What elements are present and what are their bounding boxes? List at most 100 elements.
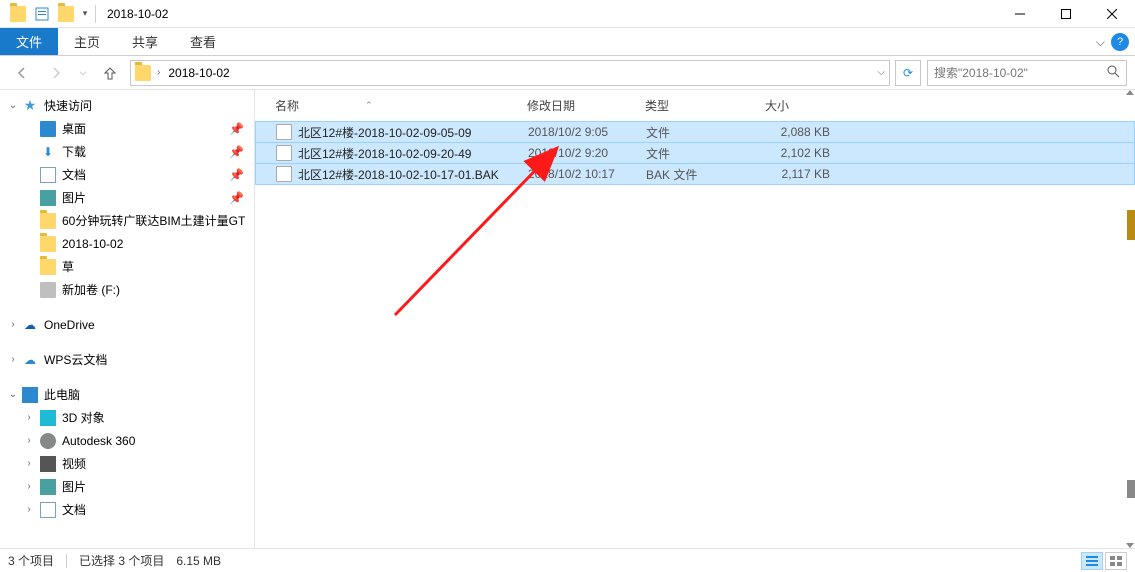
sidebar-item-label: 新加卷 (F:) xyxy=(62,281,120,298)
cube-icon xyxy=(40,410,56,426)
search-icon xyxy=(1106,64,1120,81)
sidebar-item-label: 3D 对象 xyxy=(62,409,105,426)
separator xyxy=(95,5,96,23)
sidebar-item-label: 图片 xyxy=(62,478,86,495)
address-dropdown-icon[interactable]: ⌵ xyxy=(877,67,885,78)
column-headers: 名称⌃ 修改日期 类型 大小 xyxy=(255,90,1135,122)
forward-button[interactable] xyxy=(42,60,70,86)
column-name[interactable]: 名称⌃ xyxy=(267,97,519,114)
file-list: 北区12#楼-2018-10-02-09-05-09 2018/10/2 9:0… xyxy=(255,121,1135,185)
file-icon xyxy=(276,166,292,182)
autodesk-icon xyxy=(40,433,56,449)
table-row[interactable]: 北区12#楼-2018-10-02-09-20-49 2018/10/2 9:2… xyxy=(255,142,1135,164)
sidebar-item-label: 此电脑 xyxy=(44,386,80,403)
tab-share[interactable]: 共享 xyxy=(116,28,174,55)
chevron-right-icon[interactable]: › xyxy=(24,458,34,469)
file-date: 2018/10/2 10:17 xyxy=(520,167,638,181)
details-view-button[interactable] xyxy=(1081,552,1103,570)
file-type: 文件 xyxy=(638,124,758,141)
cloud-icon: ☁ xyxy=(22,352,38,368)
tab-home[interactable]: 主页 xyxy=(58,28,116,55)
ribbon-tabs: 文件 主页 共享 查看 ⌵ ? xyxy=(0,28,1135,56)
maximize-button[interactable] xyxy=(1043,0,1089,28)
status-selection: 已选择 3 个项目 xyxy=(79,552,164,569)
chevron-down-icon[interactable]: ⌄ xyxy=(8,100,18,111)
chevron-right-icon[interactable]: › xyxy=(24,481,34,492)
table-row[interactable]: 北区12#楼-2018-10-02-09-05-09 2018/10/2 9:0… xyxy=(255,121,1135,143)
sidebar-item-autodesk[interactable]: › Autodesk 360 xyxy=(0,429,254,452)
qat-dropdown-icon[interactable]: ▾ xyxy=(78,3,92,25)
sidebar-item-folder[interactable]: 草 xyxy=(0,255,254,278)
close-button[interactable] xyxy=(1089,0,1135,28)
properties-icon[interactable] xyxy=(30,3,54,25)
column-size[interactable]: 大小 xyxy=(757,97,837,114)
star-icon: ★ xyxy=(22,98,38,114)
status-bar: 3 个项目 已选择 3 个项目 6.15 MB xyxy=(0,548,1135,572)
chevron-right-icon[interactable]: › xyxy=(8,354,18,365)
tab-view[interactable]: 查看 xyxy=(174,28,232,55)
sidebar-item-quick-access[interactable]: ⌄ ★ 快速访问 xyxy=(0,94,254,117)
ribbon-collapse-icon[interactable]: ⌵ xyxy=(1096,35,1105,50)
refresh-button[interactable]: ⟳ xyxy=(895,60,921,86)
address-bar[interactable]: › 2018-10-02 ⌵ xyxy=(130,60,890,86)
chevron-down-icon[interactable]: ⌄ xyxy=(8,389,18,400)
sidebar-item-pictures[interactable]: 图片 📌 xyxy=(0,186,254,209)
window-controls xyxy=(997,0,1135,28)
file-list-pane: 名称⌃ 修改日期 类型 大小 北区12#楼-2018-10-02-09-05-0… xyxy=(255,90,1135,548)
sidebar-item-videos[interactable]: › 视频 xyxy=(0,452,254,475)
file-icon xyxy=(276,124,292,140)
sidebar-item-drive[interactable]: 新加卷 (F:) xyxy=(0,278,254,301)
minimize-button[interactable] xyxy=(997,0,1043,28)
back-button[interactable] xyxy=(8,60,36,86)
sidebar-item-label: Autodesk 360 xyxy=(62,434,135,448)
recent-dropdown-icon[interactable]: ⌵ xyxy=(76,60,90,86)
title-bar: ▾ 2018-10-02 xyxy=(0,0,1135,28)
file-size: 2,102 KB xyxy=(758,146,838,160)
sidebar-item-label: 草 xyxy=(62,258,74,275)
search-input[interactable]: 搜索"2018-10-02" xyxy=(927,60,1127,86)
breadcrumb[interactable]: 2018-10-02 xyxy=(166,66,231,80)
sidebar-item-onedrive[interactable]: › ☁ OneDrive xyxy=(0,313,254,336)
column-date[interactable]: 修改日期 xyxy=(519,97,637,114)
sidebar-item-wps[interactable]: › ☁ WPS云文档 xyxy=(0,348,254,371)
pc-icon xyxy=(22,387,38,403)
file-size: 2,117 KB xyxy=(758,167,838,181)
sidebar-item-label: 桌面 xyxy=(62,120,86,137)
sidebar-item-label: WPS云文档 xyxy=(44,351,107,368)
sidebar-item-label: 视频 xyxy=(62,455,86,472)
view-switcher xyxy=(1081,552,1127,570)
chevron-right-icon[interactable]: › xyxy=(24,435,34,446)
navigation-bar: ⌵ › 2018-10-02 ⌵ ⟳ 搜索"2018-10-02" xyxy=(0,56,1135,90)
status-size: 6.15 MB xyxy=(176,554,221,568)
column-type[interactable]: 类型 xyxy=(637,97,757,114)
chevron-right-icon[interactable]: › xyxy=(157,67,160,78)
up-button[interactable] xyxy=(96,60,124,86)
pin-icon: 📌 xyxy=(229,191,244,205)
table-row[interactable]: 北区12#楼-2018-10-02-10-17-01.BAK 2018/10/2… xyxy=(255,163,1135,185)
sidebar-item-3d-objects[interactable]: › 3D 对象 xyxy=(0,406,254,429)
sidebar-item-folder[interactable]: 2018-10-02 xyxy=(0,232,254,255)
download-icon: ⬇ xyxy=(40,144,56,160)
sidebar-item-pictures-pc[interactable]: › 图片 xyxy=(0,475,254,498)
help-icon[interactable]: ? xyxy=(1111,33,1129,51)
chevron-right-icon[interactable]: › xyxy=(8,319,18,330)
file-date: 2018/10/2 9:20 xyxy=(520,146,638,160)
sidebar-item-documents[interactable]: 文档📌 xyxy=(0,163,254,186)
sidebar-item-documents-pc[interactable]: ›文档 xyxy=(0,498,254,521)
sidebar-item-label: 60分钟玩转广联达BIM土建计量GT xyxy=(62,212,245,229)
search-placeholder: 搜索"2018-10-02" xyxy=(934,64,1028,81)
sidebar-item-downloads[interactable]: ⬇下载📌 xyxy=(0,140,254,163)
video-icon xyxy=(40,456,56,472)
tab-file[interactable]: 文件 xyxy=(0,28,58,55)
sidebar-item-label: OneDrive xyxy=(44,318,95,332)
qat-folder-icon[interactable] xyxy=(54,3,78,25)
sidebar-item-label: 图片 xyxy=(62,189,86,206)
icons-view-button[interactable] xyxy=(1105,552,1127,570)
onedrive-icon: ☁ xyxy=(22,317,38,333)
sidebar-item-desktop[interactable]: 桌面📌 xyxy=(0,117,254,140)
sidebar-item-folder[interactable]: 60分钟玩转广联达BIM土建计量GT xyxy=(0,209,254,232)
sidebar-item-this-pc[interactable]: ⌄ 此电脑 xyxy=(0,383,254,406)
pin-icon: 📌 xyxy=(229,145,244,159)
chevron-right-icon[interactable]: › xyxy=(24,504,34,515)
chevron-right-icon[interactable]: › xyxy=(24,412,34,423)
